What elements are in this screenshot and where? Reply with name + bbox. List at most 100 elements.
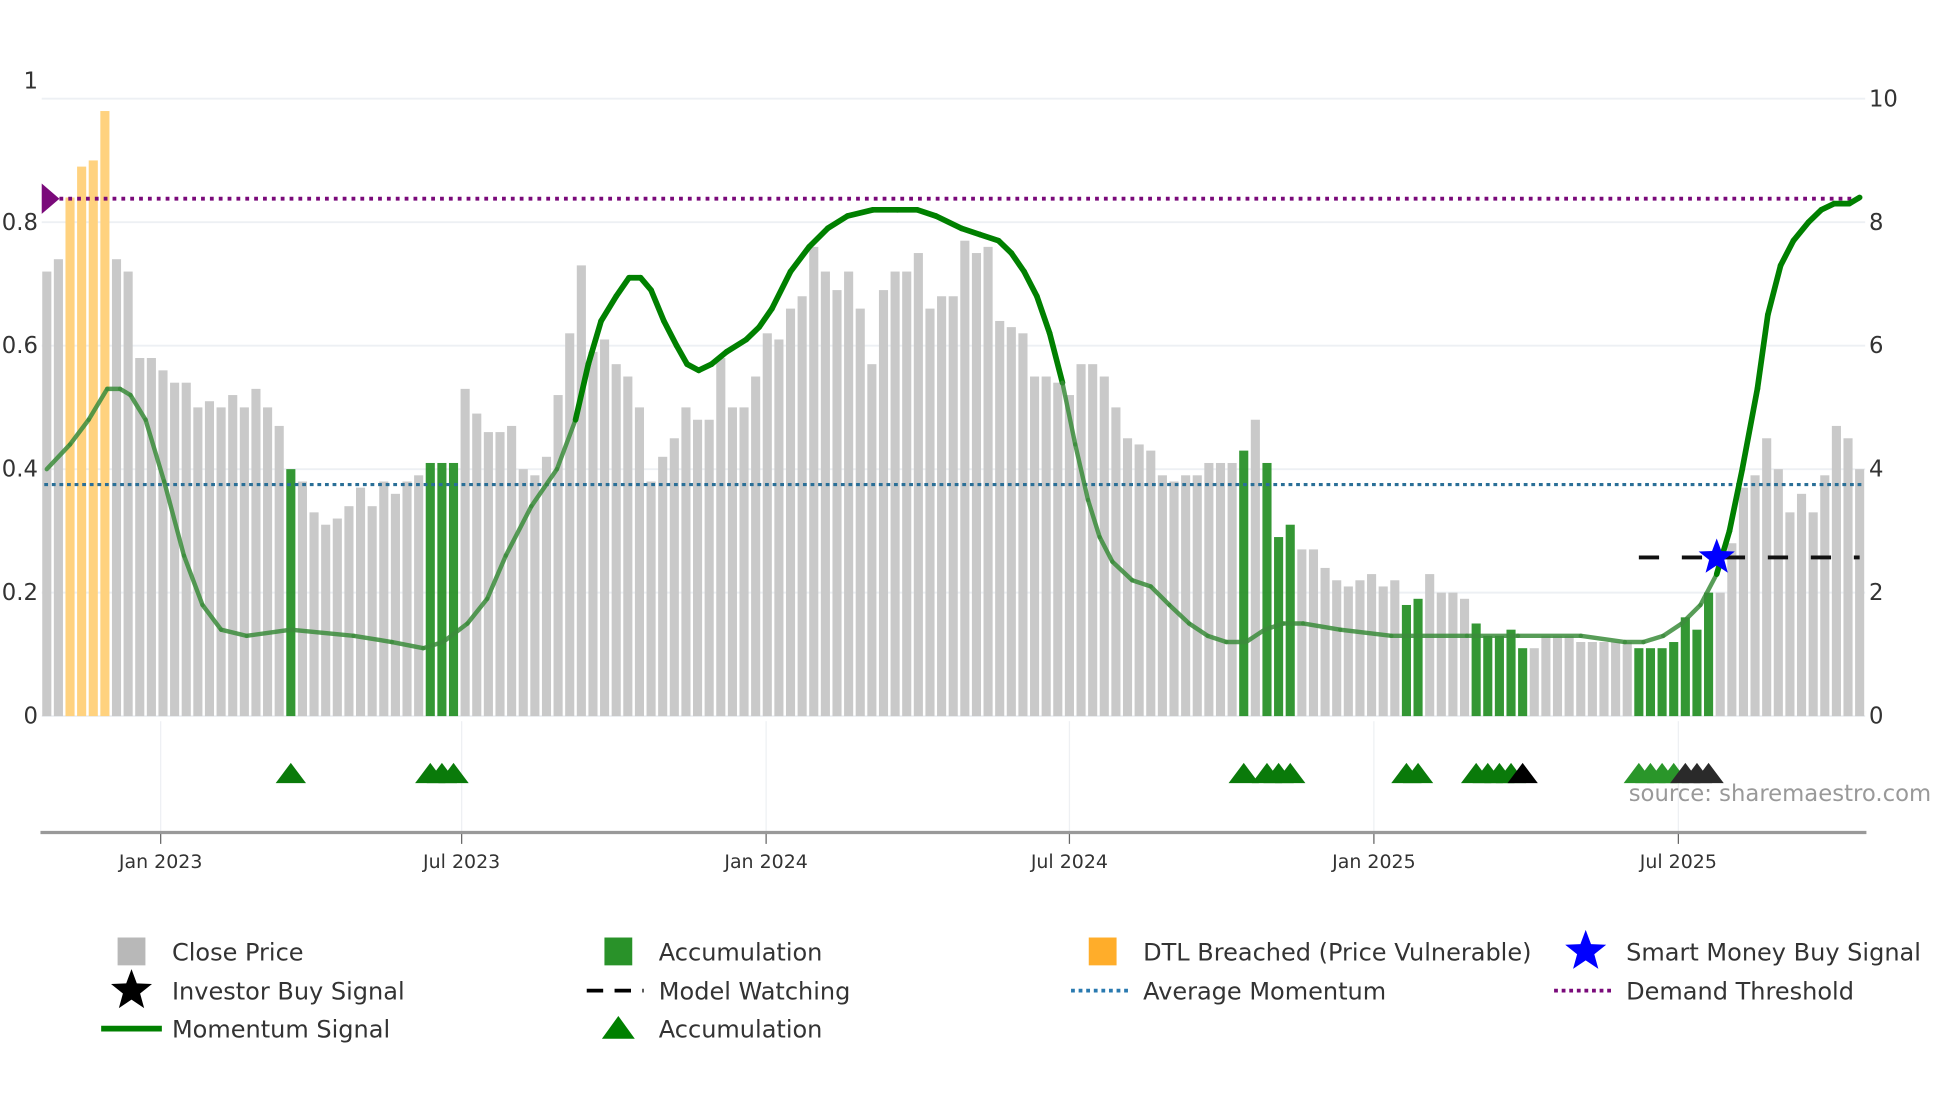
close-price-bar <box>170 382 180 717</box>
close-price-bar <box>1320 567 1330 717</box>
close-price-bar <box>355 487 366 717</box>
legend-label: Accumulation <box>659 938 823 966</box>
close-price-bar <box>948 296 958 717</box>
momentum-signal-segment <box>1739 386 1761 472</box>
close-price-bar <box>111 259 122 717</box>
momentum-signal-segment <box>756 305 775 330</box>
momentum-chart: 0 0 0.2 2 0.4 4 0.6 6 0.8 8 1 10 Jan 2023 Jul 2023 Jan… <box>2 69 1931 1044</box>
close-price-bar <box>379 481 389 717</box>
close-price-bar <box>937 296 947 717</box>
close-price-bar <box>123 271 133 717</box>
close-price-bar <box>158 370 168 717</box>
close-price-bar <box>785 308 796 717</box>
close-price-bar <box>1541 635 1551 717</box>
close-price-bar <box>1738 487 1748 717</box>
left-tick-label: 0.4 <box>2 457 38 483</box>
close-price-bar <box>344 506 354 717</box>
close-price-bar <box>820 271 830 717</box>
legend-accumulation-triangle-icon <box>601 1015 635 1039</box>
close-price-bar <box>1564 635 1574 717</box>
accumulation-bar <box>1285 524 1295 717</box>
signal-markers <box>275 538 1735 784</box>
accumulation-bar <box>1634 648 1644 717</box>
accumulation-bar <box>286 469 296 717</box>
close-price-bar <box>1599 642 1609 717</box>
accumulation-bar <box>1413 598 1423 717</box>
close-price-bar <box>1169 481 1179 717</box>
accumulation-bar <box>1262 462 1272 717</box>
momentum-signal-segment <box>844 206 876 219</box>
left-tick-label: 1 <box>23 69 37 95</box>
close-price-bar <box>1808 512 1818 717</box>
close-price-bar <box>1088 364 1098 717</box>
dtl-breached-bar <box>77 166 87 717</box>
close-price-bar <box>1053 382 1063 717</box>
left-tick-label: 0.6 <box>2 333 38 359</box>
close-price-bar <box>727 407 737 717</box>
close-price-bar <box>1727 543 1737 717</box>
momentum-signal-segment <box>1777 237 1797 269</box>
close-price-bar <box>576 265 586 717</box>
close-price-bar <box>1843 438 1853 717</box>
dtl-breached-bar <box>65 197 75 717</box>
close-price-bar <box>855 308 865 717</box>
close-price-bar <box>1297 549 1307 717</box>
close-price-bar <box>309 512 319 717</box>
momentum-signal-segment <box>648 287 667 324</box>
x-tick-label: Jul 2025 <box>1639 851 1717 873</box>
close-price-bar <box>1018 333 1028 717</box>
accumulation-bar <box>1401 604 1411 717</box>
close-price-bar <box>600 339 610 717</box>
close-price-bar <box>1192 475 1202 717</box>
momentum-signal-segment <box>787 244 812 275</box>
close-price-bar <box>390 493 400 717</box>
legend-close-price-swatch-icon <box>117 937 146 966</box>
legend-label: Accumulation <box>659 1015 823 1043</box>
close-price-bar <box>739 407 749 717</box>
x-tick-label: Jul 2023 <box>422 851 500 873</box>
accumulation-bar <box>1669 642 1679 717</box>
close-price-bar <box>1425 574 1435 717</box>
dtl-breached-bar <box>100 111 110 717</box>
accumulation-bar <box>1692 629 1702 717</box>
momentum-signal-segment <box>1046 330 1066 386</box>
close-price-bar <box>1762 438 1772 717</box>
momentum-signal-segment <box>769 268 794 312</box>
close-price-bar <box>669 438 679 717</box>
close-price-bar <box>541 456 552 717</box>
close-price-bar <box>1436 592 1446 717</box>
momentum-signal-segment <box>1679 602 1703 626</box>
close-price-bar <box>646 481 656 717</box>
close-price-bar <box>1587 642 1597 717</box>
momentum-signal-segment <box>1661 621 1685 639</box>
close-price-bar <box>332 518 342 717</box>
close-price-bar <box>1308 549 1319 717</box>
x-tick-label: Jan 2024 <box>723 851 808 873</box>
close-price-bar <box>762 333 772 717</box>
close-price-bar <box>995 320 1005 717</box>
close-price-bar <box>832 290 842 717</box>
close-price-bar <box>1390 580 1400 717</box>
close-price-bar <box>228 395 238 717</box>
momentum-signal-segment <box>1764 262 1784 318</box>
demand-threshold-marker <box>41 183 60 214</box>
close-price-bar <box>1820 475 1830 717</box>
close-price-bar <box>634 407 645 717</box>
legend-label: Investor Buy Signal <box>172 978 405 1006</box>
momentum-signal-segment <box>1790 219 1812 244</box>
legend-label: Average Momentum <box>1143 978 1386 1006</box>
accumulation-bar <box>1239 450 1249 717</box>
legend-label: Close Price <box>172 938 304 966</box>
close-price-bar <box>1622 642 1632 717</box>
close-price-bar <box>216 407 226 717</box>
close-price-bar <box>1250 419 1260 717</box>
close-price-bar <box>878 290 889 717</box>
close-price-bar <box>1796 493 1807 717</box>
right-tick-label: 6 <box>1869 333 1883 359</box>
close-price-bar <box>297 481 307 717</box>
close-price-bar <box>844 271 854 717</box>
accumulation-bar <box>1680 617 1690 717</box>
close-price-bar <box>1181 475 1191 717</box>
legend: Close Price Accumulation DTL Breached (Pri… <box>101 929 1921 1043</box>
momentum-signal-segment <box>673 342 690 368</box>
